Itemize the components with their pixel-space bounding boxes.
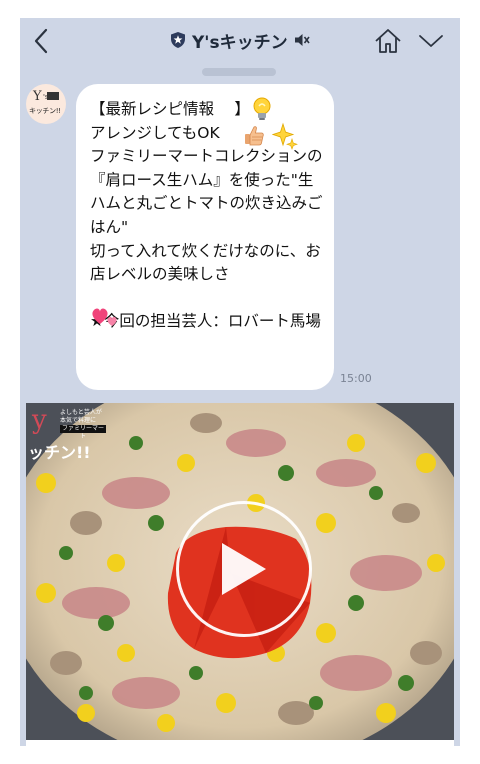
back-chevron-icon[interactable]	[30, 26, 54, 56]
home-icon[interactable]	[374, 28, 402, 54]
media-footer	[26, 740, 454, 746]
chat-header: Y'sキッチン	[20, 18, 460, 64]
message-time: 15:00	[340, 372, 372, 385]
thumbs-up-icon	[245, 126, 264, 146]
pull-handle[interactable]	[202, 68, 276, 76]
message-bubble[interactable]: 【最新レシピ情報 】 アレンジしてもOK ファミリーマートコレクションの『肩ロー…	[76, 84, 334, 390]
chevron-down-icon[interactable]	[418, 32, 444, 50]
shield-star-icon	[171, 32, 185, 48]
two-hearts-icon	[92, 308, 117, 326]
speaker-mute-icon	[294, 34, 310, 46]
avatar-logo-letter: Y	[33, 89, 42, 104]
avatar-logo-bar	[47, 92, 59, 100]
play-icon[interactable]	[222, 543, 266, 595]
watermark-caption: よしもと芸人が 本気で料理に	[60, 409, 102, 424]
lightbulb-icon	[253, 97, 271, 120]
watermark-kitchen: ッチン!!	[28, 443, 91, 462]
chat-title: Y'sキッチン	[192, 32, 288, 53]
watermark-sponsor: ファミリーマート	[60, 425, 106, 440]
avatar-logo-text: キッチン!!	[29, 107, 61, 115]
sparkle-icon	[272, 122, 298, 150]
sender-avatar[interactable]: Y 's キッチン!!	[26, 84, 66, 124]
watermark-logo-letter: y	[32, 405, 47, 435]
chat-screen: Y'sキッチン Y 's キッチン!! 【最新レシピ情報 】 アレンジしてもOK…	[20, 18, 460, 746]
chat-title-group[interactable]: Y'sキッチン	[170, 28, 310, 53]
video-thumbnail[interactable]: y よしもと芸人が 本気で料理に ファミリーマート ッチン!!	[26, 403, 454, 740]
